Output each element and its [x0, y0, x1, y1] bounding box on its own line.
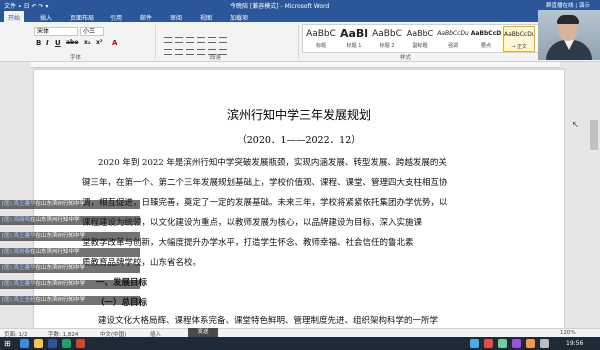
group-label-styles: 样式: [400, 55, 412, 61]
paragraph-line: 质教育品牌学校，山东省名校。: [82, 258, 202, 268]
folder-icon[interactable]: [34, 339, 43, 348]
ribbon-tab-bar: 开始 插入 页面布局 引用 邮件 审阅 视图 加载项: [0, 10, 600, 24]
title-bar: 文件 ∙ 日 ↶ ↷ ▾ 今晚陪 [兼容模式] - Microsoft Word: [0, 0, 600, 10]
chat-message: [医] 鸡王建华在山东滨州行知中学: [0, 200, 140, 209]
quick-access-toolbar[interactable]: 文件 ∙ 日 ↶ ↷ ▾: [4, 1, 48, 10]
style-heading-1[interactable]: AaBl 标题 1: [338, 26, 370, 52]
tab-mailings[interactable]: 邮件: [140, 13, 152, 22]
tray-app-icon[interactable]: [484, 339, 493, 348]
network-icon[interactable]: [540, 339, 549, 348]
chat-message: [医] 鸡王建华在山东滨州行知中学: [0, 280, 140, 289]
ribbon-divider: [298, 25, 299, 59]
horizontal-ruler[interactable]: [30, 62, 560, 68]
style-normal[interactable]: AaBbCcDu → 正文: [503, 26, 535, 52]
tray-app-icon[interactable]: [470, 339, 479, 348]
style-subtitle[interactable]: AaBbC 副标题: [404, 26, 436, 52]
style-emphasis[interactable]: AaBbCcDu 强调: [437, 26, 469, 52]
presenter-webcam: [538, 10, 600, 60]
document-title: 滨州行知中学三年发展规划: [226, 108, 371, 122]
powerpoint-icon[interactable]: [76, 339, 85, 348]
paragraph-line: 课程建设为统领，以文化建设为重点，以教师发展为核心，以品牌建设为目标，深入实施课: [82, 218, 423, 228]
font-color-button[interactable]: A: [112, 39, 117, 47]
font-name-select[interactable]: 宋体: [34, 27, 78, 36]
tray-app-icon[interactable]: [498, 339, 507, 348]
paragraph-line: 2020 年到 2022 年是滨州行知中学突破发展瓶颈，实现内涵发展、转型发展、…: [98, 158, 447, 168]
style-title[interactable]: AaBbC 标题: [305, 26, 337, 52]
word-window: 文件 ∙ 日 ↶ ↷ ▾ 今晚陪 [兼容模式] - Microsoft Word…: [0, 0, 600, 350]
taskbar: ⊞ 19:56: [0, 337, 600, 350]
chat-message: [医] 鸡王全超在山东滨州行知中学: [0, 296, 140, 305]
styles-gallery: AaBbC 标题 AaBl 标题 1 AaBbC 标题 2 AaBbC 副标题 AaBb…: [302, 24, 540, 53]
scrollbar-thumb[interactable]: [590, 120, 598, 150]
word-icon[interactable]: [48, 339, 57, 348]
tray-app-icon[interactable]: [526, 339, 535, 348]
strikethrough-button[interactable]: abe: [66, 39, 78, 46]
chat-message: [医] 鸡王建华在山东滨州行知中学: [0, 232, 140, 241]
paragraph-line: 堂教学改革与创新，大幅度提升办学水平，打造学生怀念、教师幸福、社会信任的鲁北素: [82, 238, 414, 248]
tab-addins[interactable]: 加载项: [230, 13, 248, 22]
paragraph-line: 键三年，在第一个、第二个三年发展规划基础上，学校价值观、课程、课堂、管理四大支柱…: [82, 178, 448, 188]
group-label-font: 字体: [70, 55, 82, 61]
paragraph-line: 建设文化大格局辉、课程体系完备、课堂特色鲜明、管理制度先进、组织架构科学的一所学: [98, 316, 439, 326]
style-heading-2[interactable]: AaBbC 标题 2: [371, 26, 403, 52]
group-label-paragraph: 段落: [210, 55, 222, 61]
paragraph-align-buttons[interactable]: [164, 40, 274, 55]
tab-insert[interactable]: 插入: [40, 13, 52, 22]
ribbon-divider: [155, 25, 156, 59]
mouse-cursor-icon: ↖: [572, 120, 579, 129]
paragraph-list-buttons[interactable]: [164, 28, 274, 43]
edge-icon[interactable]: [20, 339, 29, 348]
ribbon: 宋体 小三 B I U abe x₂ x² A 字体 段落 AaBbC 标题 Aa…: [0, 22, 600, 62]
tray-app-icon[interactable]: [512, 339, 521, 348]
subscript-button[interactable]: x₂: [84, 39, 91, 46]
status-zoom[interactable]: 120%: [560, 330, 576, 336]
bold-button[interactable]: B: [36, 39, 41, 47]
document-date: （2020．1——2022．12）: [237, 135, 361, 146]
tab-references[interactable]: 引用: [110, 13, 122, 22]
live-chat-overlay: [医] 鸡王建华在山东滨州行知中学 [医] 鸡鼎鸣在山东滨州行知中学 [医] 鸡…: [0, 200, 140, 328]
start-icon[interactable]: ⊞: [4, 339, 11, 348]
chat-message: [医] 鸡鼎鸣在山东滨州行知中学: [0, 216, 140, 225]
excel-icon[interactable]: [62, 339, 71, 348]
send-button[interactable]: 发送: [188, 328, 218, 337]
style-strong[interactable]: AaBbCcD 要点: [470, 26, 502, 52]
chat-message: [医] 鸡王建华在山东滨州行知中学: [0, 264, 140, 273]
window-title: 今晚陪 [兼容模式] - Microsoft Word: [230, 3, 330, 10]
tab-view[interactable]: 视图: [200, 13, 212, 22]
underline-button[interactable]: U: [55, 39, 61, 47]
italic-button[interactable]: I: [46, 39, 49, 47]
tab-review[interactable]: 审阅: [170, 13, 182, 22]
meeting-label: 群直播在线 | 演示: [546, 3, 590, 9]
tab-page-layout[interactable]: 页面布局: [70, 13, 94, 22]
system-clock[interactable]: 19:56: [566, 340, 583, 347]
status-bar: 页面: 1/2 字数: 1,824 中文(中国) 插入 120%: [0, 328, 600, 338]
superscript-button[interactable]: x²: [96, 39, 103, 46]
chat-message: [医] 鸡刘春在山东滨州行知中学: [0, 248, 140, 257]
font-size-select[interactable]: 小三: [80, 27, 104, 36]
vertical-scrollbar[interactable]: [588, 62, 600, 330]
paragraph-line: 调，相互促进，日臻完善，奠定了一定的发展基础。未来三年，学校将紧紧依托集团办学优…: [82, 198, 448, 208]
